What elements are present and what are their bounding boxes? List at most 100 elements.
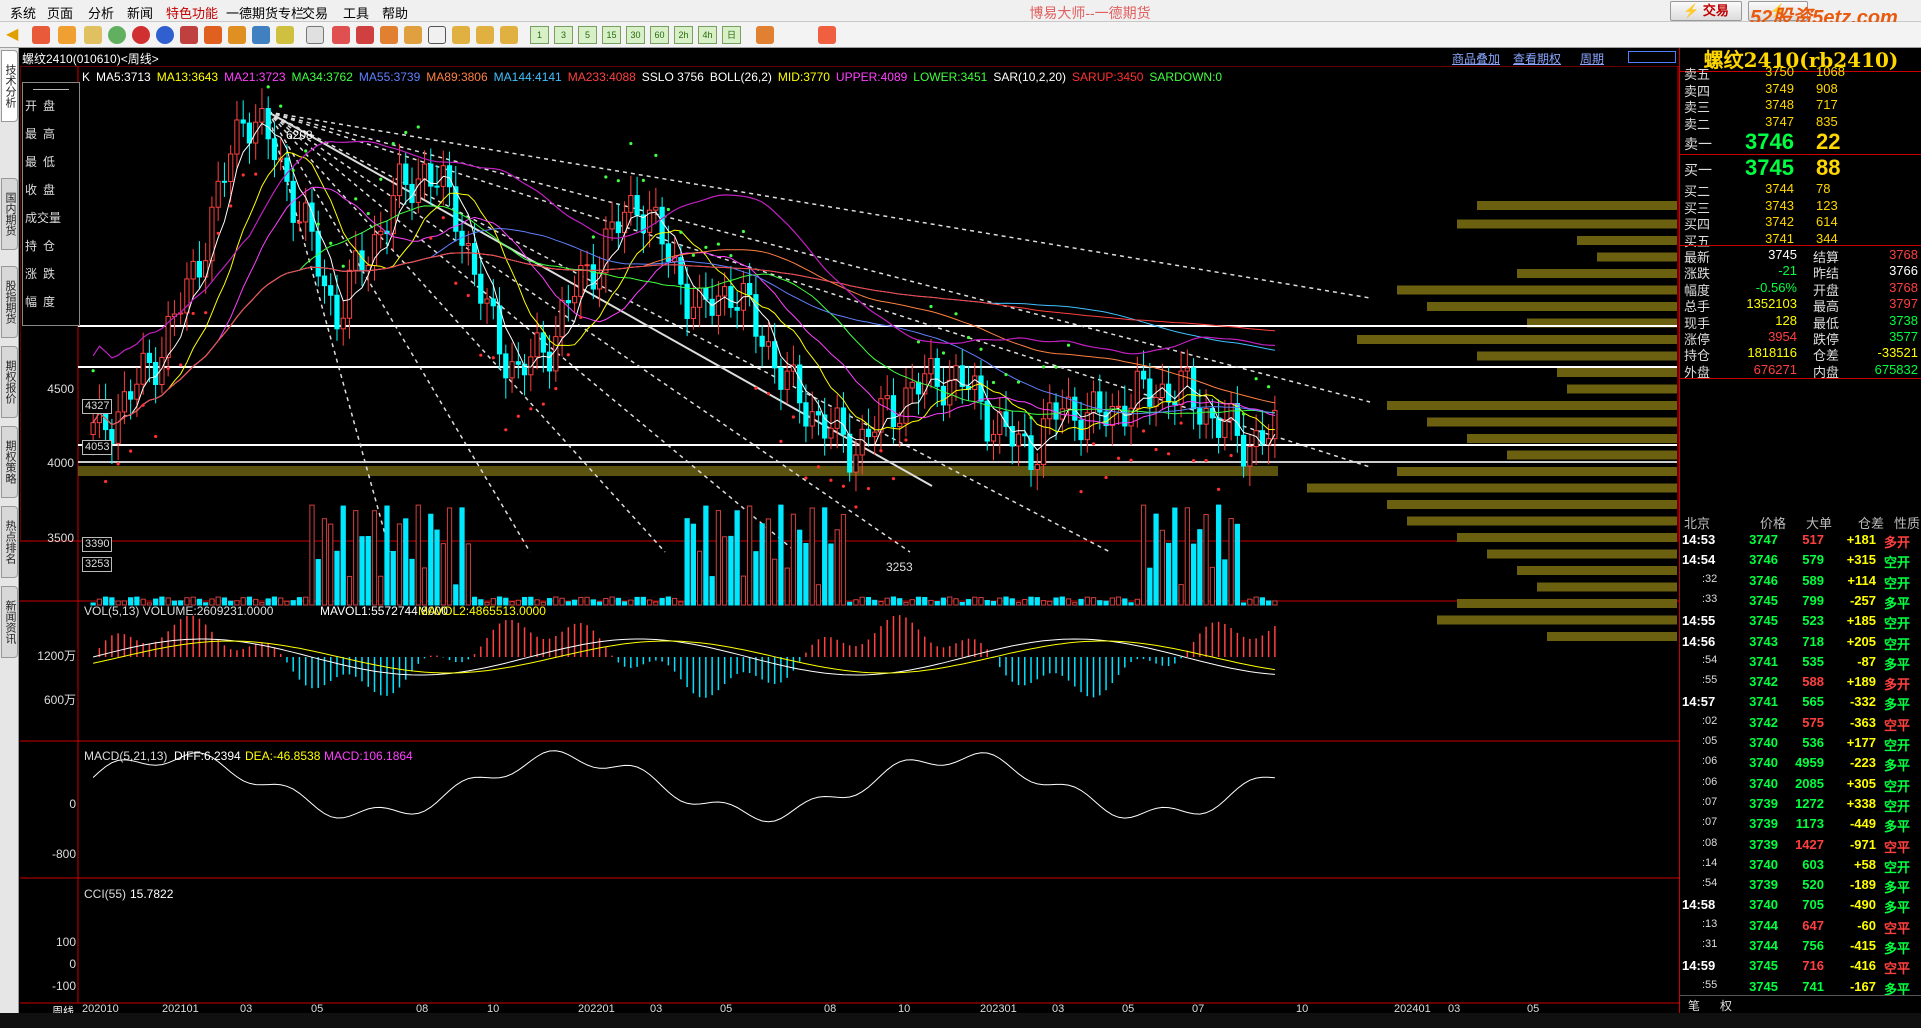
sar-dot — [466, 293, 470, 298]
tick-row[interactable]: :33 3745 799 -257 多平 — [1680, 593, 1921, 615]
tick-row[interactable]: :02 3742 575 -363 空平 — [1680, 715, 1921, 737]
volume-bar — [309, 504, 315, 606]
bar-icon[interactable] — [380, 26, 398, 44]
volume-bar — [378, 575, 384, 606]
volume-bar — [1253, 596, 1259, 606]
volume-bar — [1015, 602, 1022, 606]
news-icon[interactable] — [84, 26, 102, 44]
tick-row[interactable]: 14:58 3740 705 -490 多平 — [1680, 897, 1921, 919]
menu-trade[interactable]: 交易 — [302, 3, 328, 22]
table-icon[interactable] — [306, 26, 324, 44]
tick-row[interactable]: 14:53 3747 517 +181 多开 — [1680, 532, 1921, 554]
tab-technical-analysis[interactable]: 技术分析 — [1, 50, 18, 122]
calculator-icon[interactable] — [818, 26, 836, 44]
period-2h-button[interactable]: 2h — [674, 26, 693, 44]
menu-tools[interactable]: 工具 — [343, 3, 369, 22]
price-tick-4000: 4000 — [47, 456, 74, 470]
period-60-button[interactable]: 60 — [650, 26, 669, 44]
tick-row[interactable]: :14 3740 603 +58 空开 — [1680, 857, 1921, 879]
tick-row[interactable]: 14:55 3745 523 +185 空开 — [1680, 613, 1921, 635]
filter-icon[interactable] — [252, 26, 270, 44]
tick-row[interactable]: :06 3740 2085 +305 空开 — [1680, 776, 1921, 798]
window-controls[interactable] — [1628, 51, 1676, 63]
order-book-row[interactable]: 卖二 3747 835 — [1680, 114, 1921, 134]
draw-pen-icon[interactable] — [204, 26, 222, 44]
day-icon[interactable] — [404, 26, 422, 44]
volume-bar — [578, 596, 584, 606]
lightbulb-icon[interactable] — [276, 26, 294, 44]
menu-features[interactable]: 特色功能 — [166, 3, 218, 22]
volume-bar — [1134, 598, 1140, 606]
x-icon[interactable] — [500, 26, 518, 44]
period-5-button[interactable]: 5 — [578, 26, 597, 44]
menu-analysis[interactable]: 分析 — [88, 3, 114, 22]
tick-time: :33 — [1702, 592, 1718, 605]
trade-button[interactable]: ⚡ 交易 — [1670, 1, 1742, 21]
tick-icon[interactable] — [356, 26, 374, 44]
tick-row[interactable]: :54 3739 520 -189 多平 — [1680, 877, 1921, 899]
main-chart[interactable] — [20, 66, 1679, 1013]
tick-row[interactable]: :05 3740 536 +177 空开 — [1680, 735, 1921, 757]
menu-system[interactable]: 系统 — [10, 3, 36, 22]
tab-news-info[interactable]: 新闻资讯 — [1, 586, 18, 658]
tab-options-quote[interactable]: 期权报价 — [1, 346, 18, 418]
tick-row[interactable]: :32 3746 589 +114 空开 — [1680, 573, 1921, 595]
tab-rights[interactable]: 权 — [1720, 997, 1732, 1014]
menu-news[interactable]: 新闻 — [127, 3, 153, 22]
tab-ticks[interactable]: 笔 — [1688, 997, 1700, 1014]
menu-help[interactable]: 帮助 — [382, 3, 408, 22]
period-4h-button[interactable]: 4h — [698, 26, 717, 44]
settings-icon[interactable] — [756, 26, 774, 44]
candle — [1015, 433, 1022, 447]
period-day-button[interactable]: 日 — [722, 26, 741, 44]
tick-row[interactable]: :54 3741 535 -87 多平 — [1680, 654, 1921, 676]
sar-dot — [141, 403, 145, 407]
tick-oi-diff: -189 — [1849, 877, 1876, 893]
folder-icon[interactable] — [58, 26, 76, 44]
menu-page[interactable]: 页面 — [47, 3, 73, 22]
tab-index-futures[interactable]: 股指期货 — [1, 266, 18, 338]
eraser-icon[interactable] — [228, 26, 246, 44]
month-icon[interactable] — [452, 26, 470, 44]
week-icon[interactable] — [428, 26, 446, 44]
tick-row[interactable]: 14:57 3741 565 -332 多平 — [1680, 694, 1921, 716]
level-label: 卖二 — [1684, 116, 1711, 132]
ma-line — [92, 186, 1276, 426]
tab-hot-ranking[interactable]: 热点排名 — [1, 506, 18, 578]
tick-row[interactable]: :07 3739 1272 +338 空开 — [1680, 796, 1921, 818]
tick-row[interactable]: :07 3739 1173 -449 多平 — [1680, 816, 1921, 838]
tick-row[interactable]: :31 3744 756 -415 多平 — [1680, 938, 1921, 960]
refresh-icon[interactable] — [108, 26, 126, 44]
tick-row[interactable]: :13 3744 647 -60 空平 — [1680, 918, 1921, 940]
tick-row[interactable]: :06 3740 4959 -223 多平 — [1680, 755, 1921, 777]
tab-domestic-futures[interactable]: 国内期货 — [1, 178, 18, 250]
volume-bar — [303, 596, 309, 606]
overlay-commodity-link[interactable]: 商品叠加 — [1452, 50, 1500, 67]
window-icon[interactable] — [180, 26, 198, 44]
level-volume: 717 — [1816, 97, 1838, 112]
zoom-in-icon[interactable] — [132, 26, 150, 44]
back-arrow-icon[interactable]: ◀ — [6, 26, 24, 44]
order-book-row[interactable]: 卖一 3746 22 — [1680, 129, 1921, 154]
order-book-row[interactable]: 买一 3745 88 — [1680, 155, 1921, 180]
tick-row[interactable]: 14:59 3745 716 -416 空平 — [1680, 958, 1921, 980]
period-link[interactable]: 周期 — [1580, 50, 1604, 67]
period-30-button[interactable]: 30 — [626, 26, 645, 44]
tick-row[interactable]: :55 3742 588 +189 多开 — [1680, 674, 1921, 696]
tick-row[interactable]: 14:56 3743 718 +205 空开 — [1680, 634, 1921, 656]
candle — [897, 422, 903, 428]
period-1-button[interactable]: 1 — [530, 26, 549, 44]
period-15-button[interactable]: 15 — [602, 26, 621, 44]
tab-options-strategy[interactable]: 期权策略 — [1, 426, 18, 498]
tick-row[interactable]: 14:54 3746 579 +315 空开 — [1680, 552, 1921, 574]
quarter-icon[interactable] — [476, 26, 494, 44]
candle — [403, 163, 409, 185]
zoom-out-icon[interactable] — [156, 26, 174, 44]
period-3-button[interactable]: 3 — [554, 26, 573, 44]
chart-icon[interactable] — [332, 26, 350, 44]
view-options-link[interactable]: 查看期权 — [1513, 50, 1561, 67]
tick-row[interactable]: :08 3739 1427 -971 空平 — [1680, 837, 1921, 859]
home-icon[interactable] — [32, 26, 50, 44]
menu-yide-column[interactable]: 一德期货专栏 — [226, 3, 304, 22]
sar-dot — [891, 476, 896, 481]
